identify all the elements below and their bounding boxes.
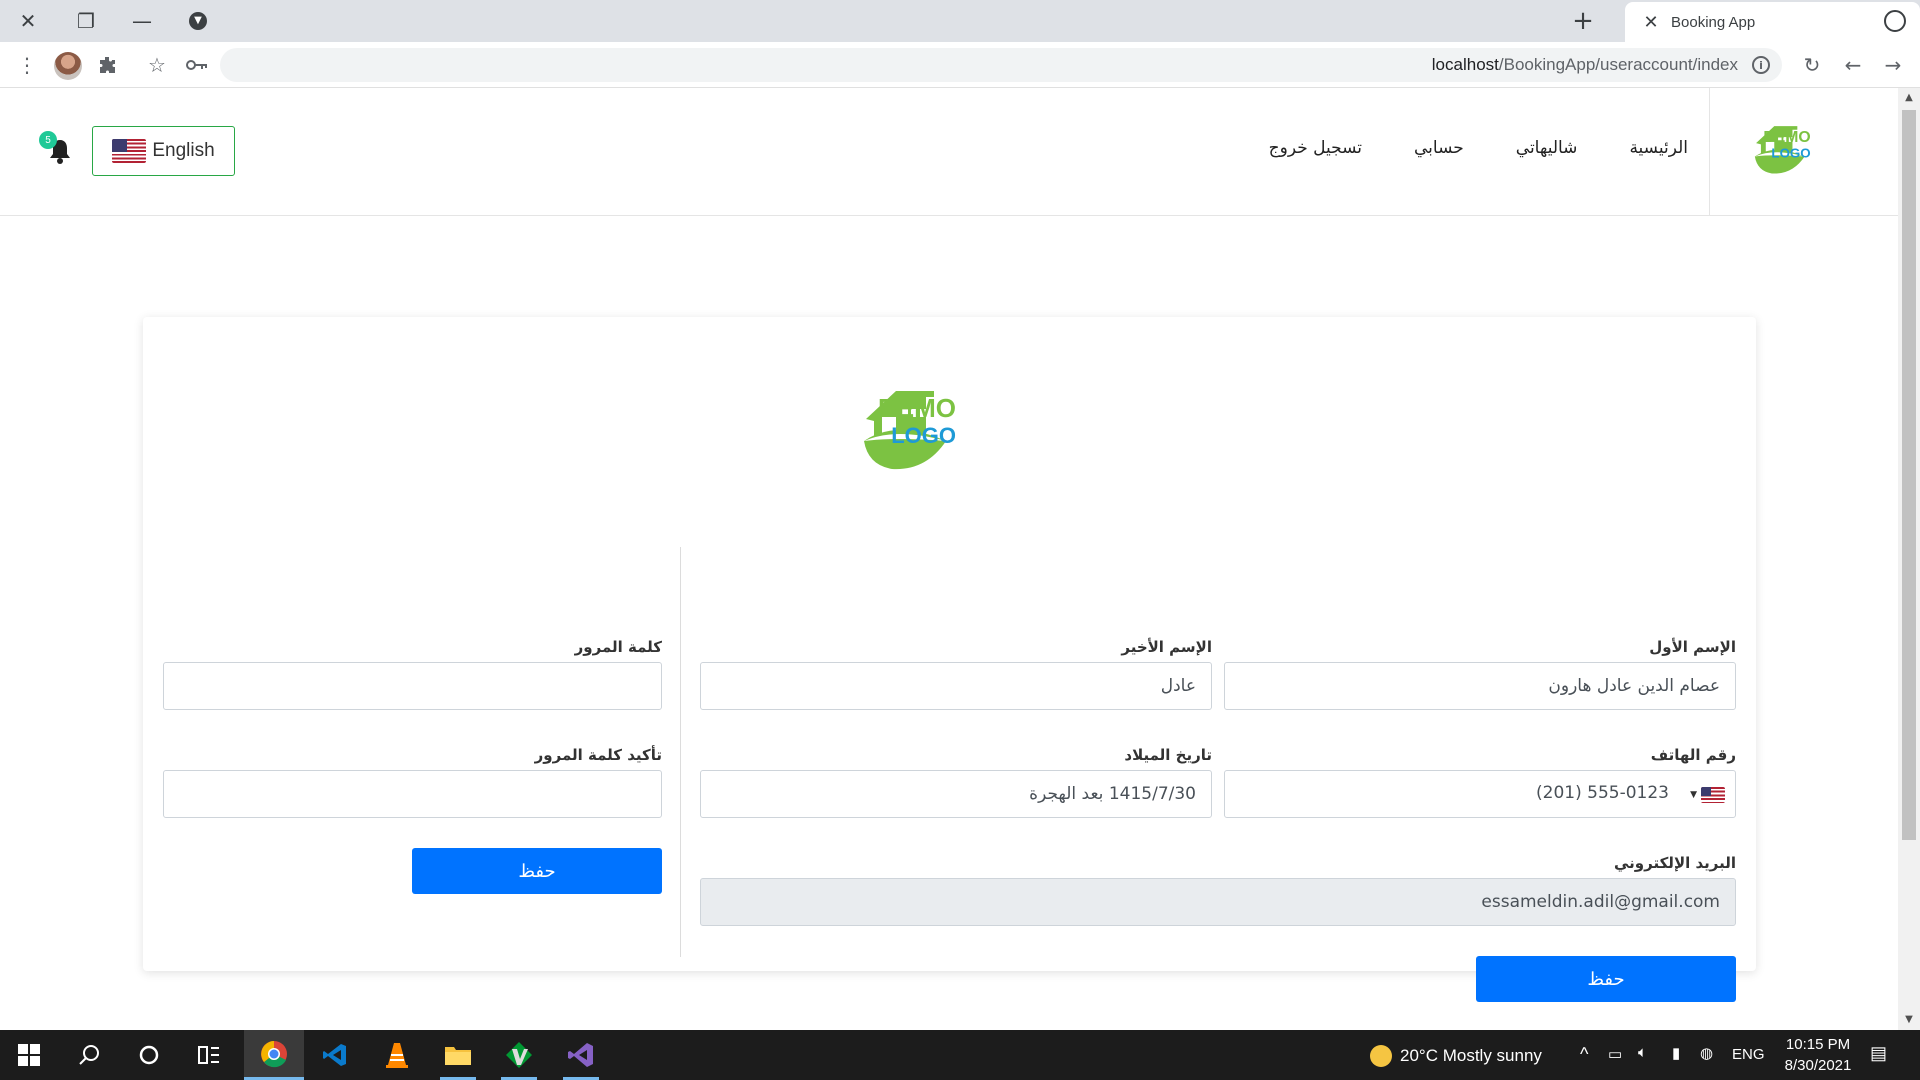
nav-links: الرئيسية شاليهاتي حسابي تسجيل خروج bbox=[1269, 138, 1688, 158]
site-info-icon[interactable]: i bbox=[1752, 56, 1770, 74]
reload-icon[interactable]: ↻ bbox=[1797, 50, 1827, 80]
svg-text:LOGO: LOGO bbox=[891, 423, 956, 448]
network-globe-icon[interactable]: ◍ bbox=[1700, 1044, 1713, 1062]
password-input[interactable] bbox=[163, 662, 662, 710]
globe-icon bbox=[1884, 10, 1906, 32]
weather-text: 20°C Mostly sunny bbox=[1400, 1046, 1542, 1065]
password-group: كلمة المرور bbox=[163, 638, 662, 710]
language-button[interactable]: English bbox=[92, 126, 235, 176]
tab-title: Booking App bbox=[1671, 13, 1756, 31]
browser-toolbar: ⋮ ☆ localhost/BookingApp/useraccount/ind… bbox=[0, 42, 1920, 88]
minimize-window-icon[interactable]: — bbox=[114, 0, 170, 42]
visual-studio-taskbar-icon[interactable] bbox=[556, 1030, 606, 1080]
first-name-input[interactable]: عصام الدين عادل هارون bbox=[1224, 662, 1736, 710]
battery-icon[interactable]: ▭ bbox=[1608, 1045, 1622, 1063]
save-password-button[interactable]: حفظ bbox=[412, 848, 662, 894]
email-label: البريد الإلكتروني bbox=[1614, 854, 1736, 872]
tab-search-icon[interactable]: ▼ bbox=[170, 0, 226, 42]
extensions-icon[interactable] bbox=[92, 50, 122, 80]
notification-center-icon[interactable]: ▤ bbox=[1870, 1043, 1887, 1064]
last-name-label: الإسم الأخير bbox=[1121, 638, 1212, 656]
task-view-icon[interactable] bbox=[184, 1030, 234, 1080]
brand-logo[interactable]: DEMO LOGO bbox=[1750, 104, 1858, 192]
column-divider bbox=[680, 547, 681, 957]
chrome-taskbar-icon[interactable] bbox=[244, 1030, 304, 1080]
nav-link-my-account[interactable]: حسابي bbox=[1414, 138, 1464, 158]
sunny-weather-icon bbox=[1370, 1045, 1392, 1067]
country-code-dropdown[interactable]: ▼ bbox=[1690, 787, 1725, 803]
account-card: DEMO LOGO الإسم الأول عصام الدين عادل ها… bbox=[143, 317, 1756, 1002]
first-name-group: الإسم الأول عصام الدين عادل هارون bbox=[1224, 638, 1736, 710]
confirm-password-group: تأكيد كلمة المرور bbox=[163, 746, 662, 818]
save-profile-button[interactable]: حفظ bbox=[1476, 956, 1736, 1002]
page-content: DEMO LOGO الرئيسية شاليهاتي حسابي تسجيل … bbox=[0, 88, 1898, 1030]
notification-count-badge: 5 bbox=[39, 131, 57, 149]
restore-window-icon[interactable]: ❐ bbox=[58, 0, 114, 42]
show-hidden-icons-icon[interactable]: ^ bbox=[1580, 1044, 1588, 1065]
us-flag-icon bbox=[112, 139, 147, 163]
close-window-icon[interactable]: ✕ bbox=[0, 0, 56, 42]
browser-tab[interactable]: ✕ Booking App bbox=[1625, 2, 1920, 42]
password-label: كلمة المرور bbox=[574, 638, 662, 656]
card-logo: DEMO LOGO bbox=[864, 391, 956, 470]
volume-icon[interactable]: 🔈︎ bbox=[1638, 1044, 1647, 1061]
site-navbar: DEMO LOGO الرئيسية شاليهاتي حسابي تسجيل … bbox=[0, 88, 1898, 216]
tab-close-icon[interactable]: ✕ bbox=[1637, 8, 1665, 36]
search-icon[interactable] bbox=[64, 1030, 114, 1080]
confirm-password-label: تأكيد كلمة المرور bbox=[534, 746, 662, 764]
back-arrow-icon[interactable]: ← bbox=[1838, 50, 1868, 80]
phone-input[interactable]: ▼ (201) 555-0123 bbox=[1224, 770, 1736, 818]
new-tab-icon[interactable]: + bbox=[1568, 6, 1598, 36]
caret-down-icon: ▼ bbox=[1690, 790, 1697, 800]
forward-arrow-icon[interactable]: → bbox=[1878, 50, 1908, 80]
cortana-icon[interactable] bbox=[124, 1030, 174, 1080]
last-name-group: الإسم الأخير عادل bbox=[700, 638, 1212, 710]
nav-link-home[interactable]: الرئيسية bbox=[1629, 138, 1688, 158]
profile-avatar[interactable] bbox=[54, 52, 82, 80]
windows-taskbar: 20°C Mostly sunny ^ ▭ 🔈︎ ▮ ◍ ENG 10:15 P… bbox=[0, 1030, 1920, 1080]
scroll-up-icon[interactable]: ▲ bbox=[1903, 92, 1915, 104]
scroll-down-icon[interactable]: ▼ bbox=[1903, 1014, 1915, 1026]
confirm-password-input[interactable] bbox=[163, 770, 662, 818]
vscode-taskbar-icon[interactable] bbox=[310, 1030, 360, 1080]
nav-link-my-chalets[interactable]: شاليهاتي bbox=[1516, 138, 1578, 158]
key-icon[interactable] bbox=[182, 50, 212, 80]
phone-group: رقم الهاتف ▼ (201) 555-0123 bbox=[1224, 746, 1736, 818]
browser-tab-bar: ✕ ❐ — ▼ + ✕ Booking App bbox=[0, 0, 1920, 42]
first-name-label: الإسم الأول bbox=[1649, 638, 1736, 656]
last-name-input[interactable]: عادل bbox=[700, 662, 1212, 710]
url-text: localhost/BookingApp/useraccount/index bbox=[1431, 55, 1738, 74]
page-scrollbar[interactable]: ▲ ▼ bbox=[1898, 88, 1920, 1030]
clock-time[interactable]: 10:15 PM bbox=[1782, 1036, 1854, 1053]
microphone-icon[interactable]: ▮ bbox=[1672, 1044, 1680, 1062]
menu-kebab-icon[interactable]: ⋮ bbox=[12, 50, 42, 80]
birth-date-input[interactable]: 1415/7/30 بعد الهجرة bbox=[700, 770, 1212, 818]
language-label: English bbox=[152, 140, 215, 161]
address-bar[interactable]: localhost/BookingApp/useraccount/index i bbox=[220, 48, 1782, 82]
windows-start-icon[interactable] bbox=[4, 1030, 54, 1080]
email-input[interactable]: essameldin.adil@gmail.com bbox=[700, 878, 1736, 926]
clock-date[interactable]: 8/30/2021 bbox=[1778, 1057, 1858, 1074]
phone-value: (201) 555-0123 bbox=[1536, 783, 1669, 803]
bookmark-star-icon[interactable]: ☆ bbox=[142, 50, 172, 80]
svg-text:DEMO: DEMO bbox=[878, 393, 956, 423]
phone-label: رقم الهاتف bbox=[1650, 746, 1736, 764]
file-explorer-taskbar-icon[interactable] bbox=[433, 1030, 483, 1080]
navbar-divider bbox=[1709, 88, 1710, 216]
us-flag-icon bbox=[1701, 787, 1725, 803]
scroll-thumb[interactable] bbox=[1902, 110, 1916, 840]
birth-date-label: تاريخ الميلاد bbox=[1124, 746, 1212, 764]
input-language[interactable]: ENG bbox=[1732, 1046, 1765, 1063]
birth-date-group: تاريخ الميلاد 1415/7/30 بعد الهجرة bbox=[700, 746, 1212, 818]
vlc-taskbar-icon[interactable] bbox=[372, 1030, 422, 1080]
svg-text:LOGO: LOGO bbox=[1771, 146, 1810, 161]
svg-text:DEMO: DEMO bbox=[1763, 129, 1810, 146]
nav-link-logout[interactable]: تسجيل خروج bbox=[1269, 138, 1362, 158]
email-group: البريد الإلكتروني essameldin.adil@gmail.… bbox=[700, 854, 1736, 926]
vim-taskbar-icon[interactable] bbox=[494, 1030, 544, 1080]
weather-widget[interactable]: 20°C Mostly sunny bbox=[1370, 1045, 1542, 1067]
